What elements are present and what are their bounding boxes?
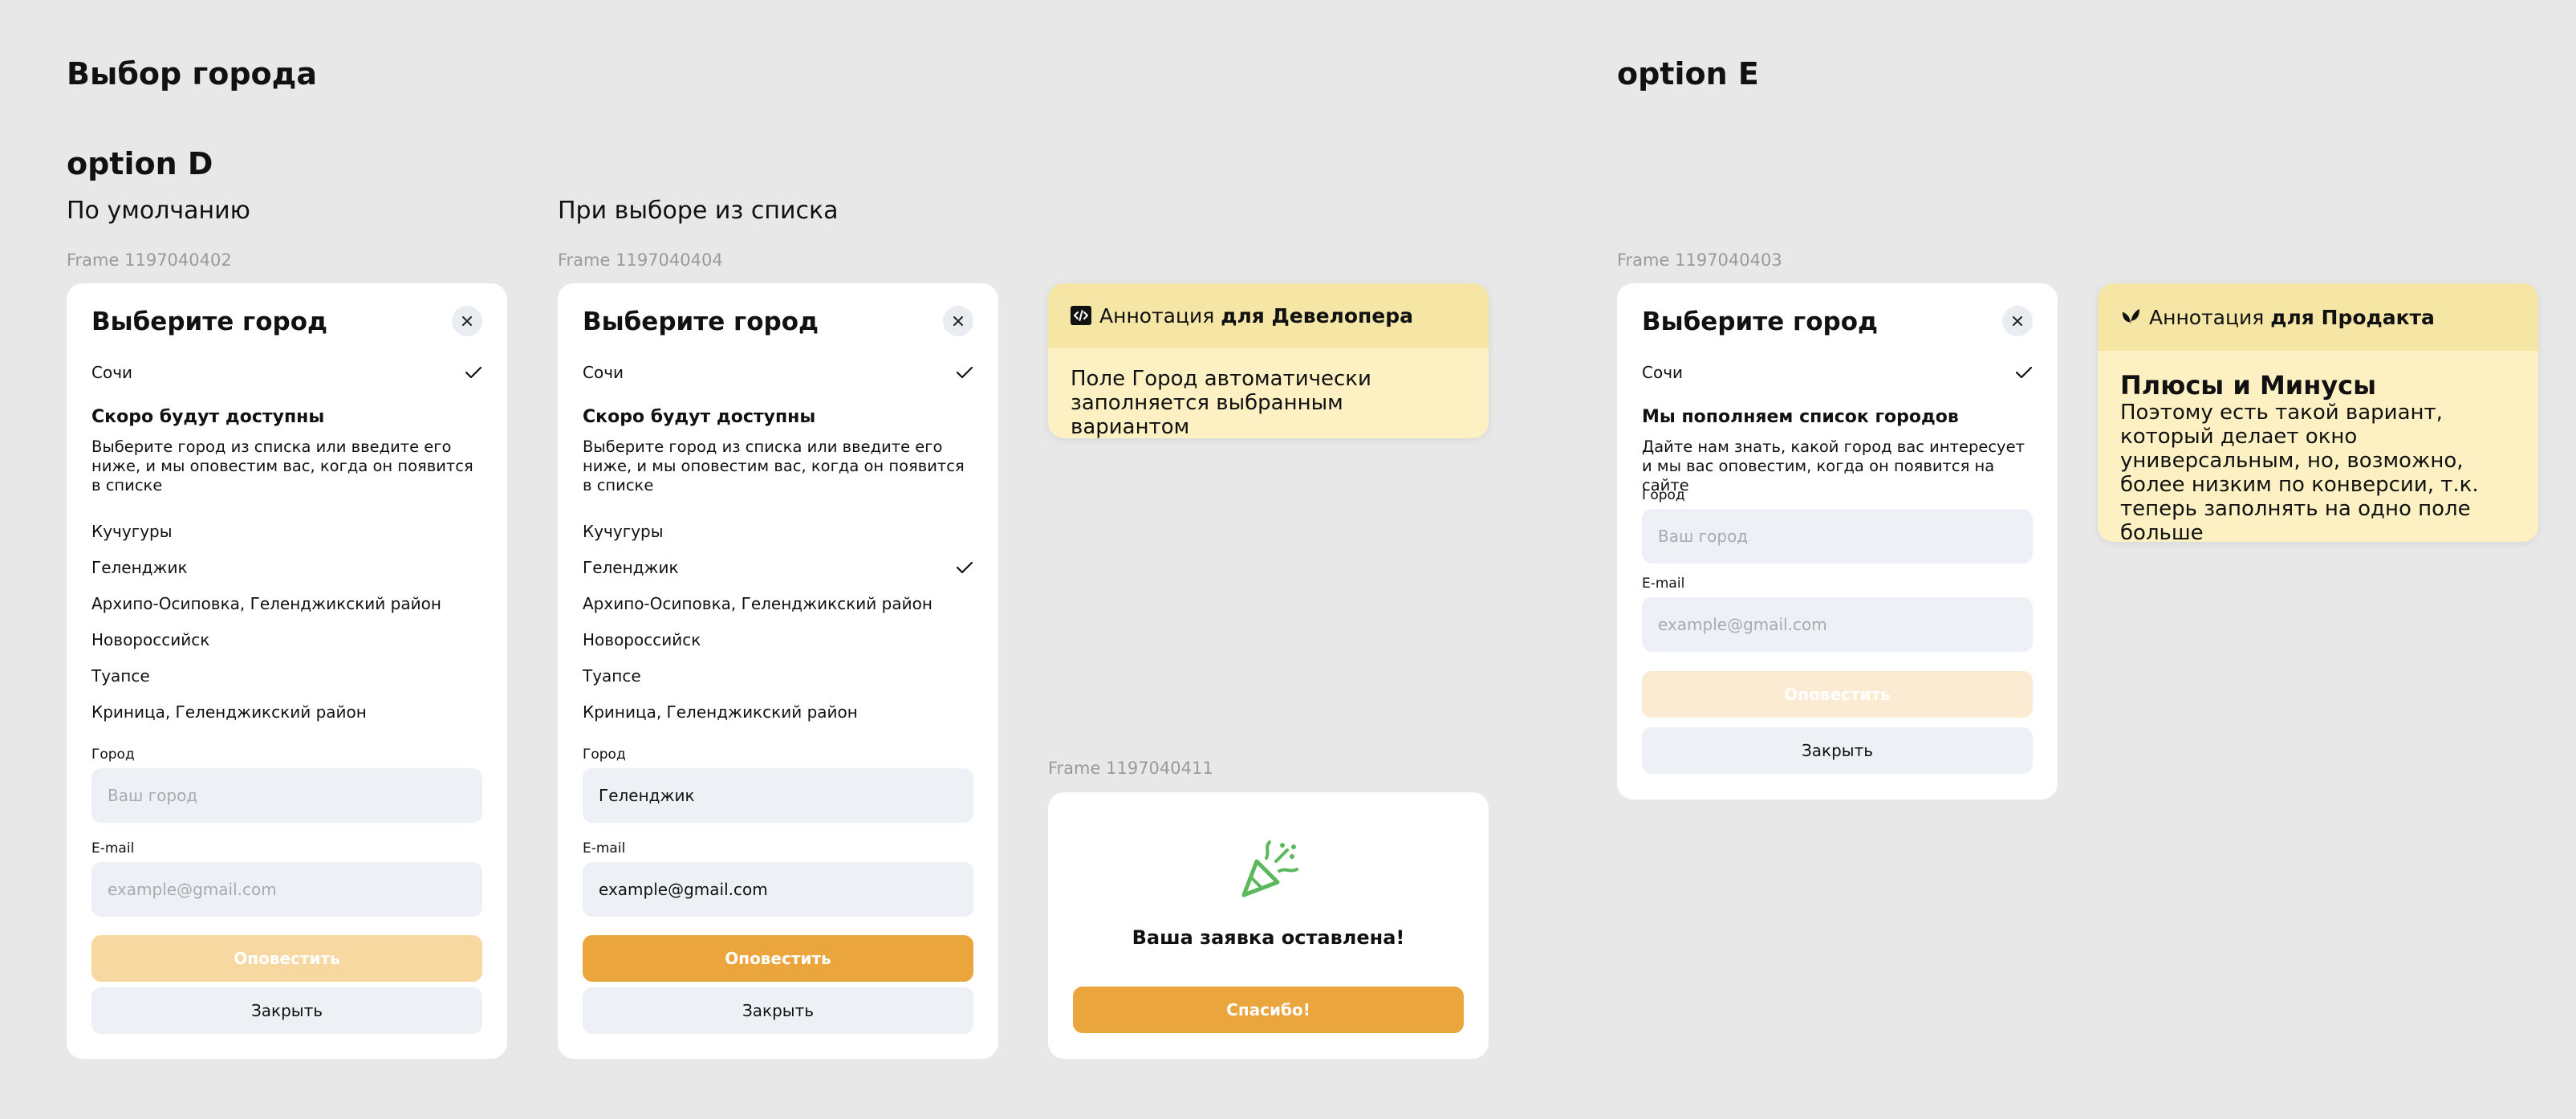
annotation-prefix: Аннотация <box>2149 305 2265 329</box>
check-icon <box>956 366 973 379</box>
developer-annotation: Аннотация для Девелопера Поле Город авто… <box>1048 283 1489 438</box>
city-option-label: Туапсе <box>583 666 641 686</box>
city-option[interactable]: Геленджик <box>91 555 482 580</box>
annotation-header: Аннотация для Девелопера <box>1048 283 1489 348</box>
close-button[interactable] <box>2002 306 2033 336</box>
city-option-label: Кучугуры <box>91 522 173 541</box>
city-option[interactable]: Архипо-Осиповка, Геленджикский район <box>91 591 482 616</box>
city-option-label: Новороссийск <box>91 630 210 649</box>
city-input[interactable]: Ваш город <box>91 768 482 823</box>
email-input[interactable]: example@gmail.com <box>91 862 482 917</box>
email-input[interactable]: example@gmail.com <box>583 862 973 917</box>
city-option-label: Сочи <box>583 363 624 382</box>
product-annotation: Аннотация для Продакта Плюсы и Минусы По… <box>2098 283 2538 542</box>
check-icon <box>2015 366 2033 379</box>
frame-label: Frame 1197040411 <box>1048 759 1213 778</box>
modal-title: Выберите город <box>91 307 328 336</box>
email-field-label: E-mail <box>583 840 626 857</box>
city-option[interactable]: Туапсе <box>91 663 482 689</box>
frame-label: Frame 1197040403 <box>1617 250 1782 270</box>
close-icon <box>2013 316 2022 326</box>
city-option-label: Сочи <box>1642 363 1684 382</box>
section-title: Скоро будут доступны <box>583 407 816 427</box>
annotation-target: для Девелопера <box>1221 303 1414 328</box>
frame-label: Frame 1197040402 <box>67 250 232 270</box>
city-option[interactable]: Кучугуры <box>583 519 973 544</box>
city-option[interactable]: Архипо-Осиповка, Геленджикский район <box>583 591 973 616</box>
section-description: Выберите город из списка или введите его… <box>583 437 965 494</box>
check-icon <box>465 366 482 379</box>
city-option-label: Криница, Геленджикский район <box>583 702 858 722</box>
city-option-label: Архипо-Осиповка, Геленджикский район <box>583 594 932 613</box>
city-input[interactable]: Ваш город <box>1642 509 2033 564</box>
annotation-prefix: Аннотация <box>1099 303 1215 328</box>
close-modal-button[interactable]: Закрыть <box>91 987 482 1034</box>
city-option[interactable]: Новороссийск <box>91 627 482 653</box>
column-default-subtitle: По умолчанию <box>67 197 250 225</box>
annotation-text: Поле Город автоматически заполняется выб… <box>1071 367 1371 438</box>
close-modal-button[interactable]: Закрыть <box>1642 727 2033 774</box>
notify-button[interactable]: Оповестить <box>91 935 482 982</box>
section-description: Выберите город из списка или введите его… <box>91 437 473 494</box>
notify-button[interactable]: Оповестить <box>1642 671 2033 718</box>
close-modal-button[interactable]: Закрыть <box>583 987 973 1034</box>
city-option[interactable]: Криница, Геленджикский район <box>91 699 482 725</box>
city-option-selected[interactable]: Сочи <box>1642 360 2033 385</box>
section-description: Дайте нам знать, какой город вас интерес… <box>1642 437 2025 494</box>
option-e-title: option E <box>1617 56 1759 92</box>
modal-title: Выберите город <box>583 307 819 336</box>
annotation-target: для Продакта <box>2270 305 2435 329</box>
notify-button[interactable]: Оповестить <box>583 935 973 982</box>
party-popper-icon <box>1239 840 1298 898</box>
leaf-icon <box>2122 308 2140 326</box>
city-option-label: Туапсе <box>91 666 150 686</box>
success-message: Ваша заявка оставлена! <box>1132 926 1405 949</box>
city-modal-default: Выберите город Сочи Скоро будут доступны… <box>67 283 507 1059</box>
close-button[interactable] <box>943 306 973 336</box>
city-option[interactable]: Кучугуры <box>91 519 482 544</box>
city-option-label: Геленджик <box>91 558 188 577</box>
annotation-text: Поэтому есть такой вариант, который дела… <box>2120 401 2479 542</box>
annotation-header: Аннотация для Продакта <box>2098 283 2538 351</box>
thanks-button[interactable]: Спасибо! <box>1073 987 1464 1033</box>
city-option-label: Геленджик <box>583 558 679 577</box>
column-selected-subtitle: При выборе из списка <box>558 197 839 225</box>
option-d-title: option D <box>67 146 213 181</box>
modal-title: Выберите город <box>1642 307 1879 336</box>
section-title: Скоро будут доступны <box>91 407 325 427</box>
email-field-label: E-mail <box>91 840 135 857</box>
city-option-label: Сочи <box>91 363 133 382</box>
city-option-label: Новороссийск <box>583 630 701 649</box>
city-option-label: Кучугуры <box>583 522 664 541</box>
city-option-label: Архипо-Осиповка, Геленджикский район <box>91 594 441 613</box>
city-option-label: Криница, Геленджикский район <box>91 702 367 722</box>
city-option-selected[interactable]: Сочи <box>583 360 973 385</box>
city-input[interactable]: Геленджик <box>583 768 973 823</box>
page-title: Выбор города <box>67 56 317 92</box>
code-icon <box>1071 306 1091 325</box>
city-field-label: Город <box>1642 487 1685 503</box>
city-option[interactable]: Криница, Геленджикский район <box>583 699 973 725</box>
email-input[interactable]: example@gmail.com <box>1642 597 2033 652</box>
success-card: Ваша заявка оставлена! Спасибо! <box>1048 792 1489 1059</box>
city-modal-selected: Выберите город Сочи Скоро будут доступны… <box>558 283 998 1059</box>
city-field-label: Город <box>583 747 626 763</box>
close-icon <box>953 316 963 326</box>
city-modal-option-e: Выберите город Сочи Мы пополняем список … <box>1617 283 2058 800</box>
city-option-selected[interactable]: Сочи <box>91 360 482 385</box>
close-button[interactable] <box>452 306 482 336</box>
close-icon <box>462 316 472 326</box>
frame-label: Frame 1197040404 <box>558 250 723 270</box>
annotation-title: Плюсы и Минусы <box>2120 370 2377 401</box>
check-icon <box>956 561 973 574</box>
section-title: Мы пополняем список городов <box>1642 407 1959 427</box>
city-option[interactable]: Новороссийск <box>583 627 973 653</box>
city-field-label: Город <box>91 747 135 763</box>
city-option[interactable]: Туапсе <box>583 663 973 689</box>
email-field-label: E-mail <box>1642 576 1685 592</box>
city-option-checked[interactable]: Геленджик <box>583 555 973 580</box>
